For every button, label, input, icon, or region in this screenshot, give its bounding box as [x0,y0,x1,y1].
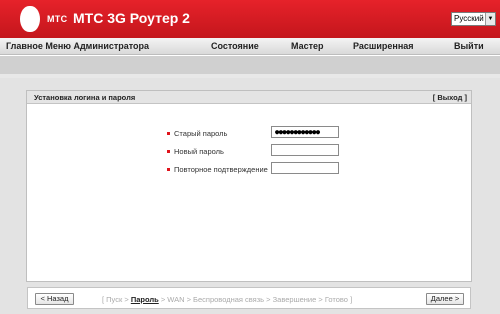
sub-nav-bar [0,56,500,74]
mts-logo-icon [20,6,40,32]
nav-item-logout[interactable]: Выйти [454,41,484,51]
app-title: МТС 3G Роутер 2 [73,10,190,26]
language-select[interactable]: Русский ▼ [451,12,496,26]
main-nav: Главное Меню Администратора Состояние Ма… [0,38,500,55]
old-password-label: Старый пароль [174,129,228,138]
steps-start: [ Пуск > [102,295,131,304]
app-header: МТС МТС 3G Роутер 2 Русский ▼ [0,0,500,38]
required-marker-icon [167,150,170,153]
nav-item-status[interactable]: Состояние [211,41,259,51]
next-button[interactable]: Далее > [426,293,464,305]
panel-header: Установка логина и пароля [ Выход ] [27,91,471,104]
steps-remaining: > WAN > Беспроводная связь > Завершение … [158,295,353,304]
old-password-input[interactable]: ●●●●●●●●●●●● [271,126,339,138]
confirm-password-input[interactable] [271,162,339,174]
logo-text: МТС [47,14,68,24]
nav-admin-menu[interactable]: Главное Меню Администратора [6,41,149,51]
new-password-label: Новый пароль [174,147,224,156]
chevron-down-icon[interactable]: ▼ [485,13,495,25]
panel-exit-link[interactable]: [ Выход ] [433,93,467,102]
wizard-steps: [ Пуск > Пароль > WAN > Беспроводная свя… [102,295,352,304]
back-button[interactable]: < Назад [35,293,74,305]
step-current: Пароль [130,295,159,304]
panel-title: Установка логина и пароля [34,93,136,102]
new-password-input[interactable] [271,144,339,156]
wizard-footer: < Назад [ Пуск > Пароль > WAN > Беспрово… [27,287,471,309]
password-panel: Установка логина и пароля [ Выход ] Стар… [26,90,472,282]
required-marker-icon [167,168,170,171]
confirm-password-label: Повторное подтверждение [174,165,268,174]
required-marker-icon [167,132,170,135]
nav-item-wizard[interactable]: Мастер [291,41,324,51]
language-value: Русский [454,14,484,23]
nav-item-advanced[interactable]: Расширенная [353,41,414,51]
